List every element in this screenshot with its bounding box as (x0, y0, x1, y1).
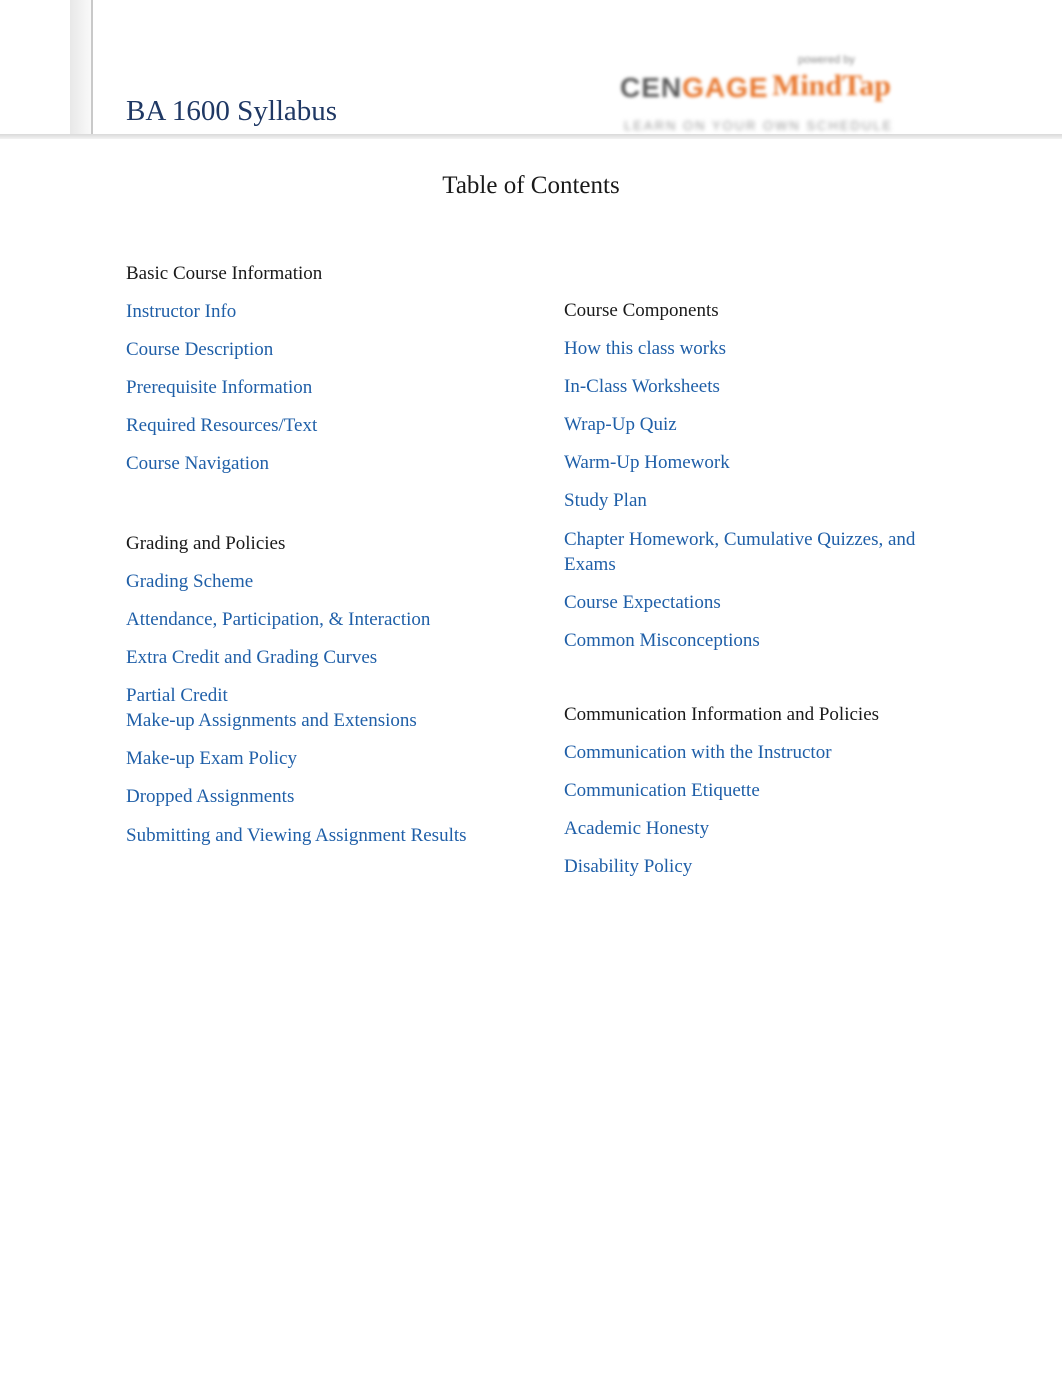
toc-link-in-class-worksheets[interactable]: In-Class Worksheets (564, 375, 964, 399)
header-left-rule (91, 0, 93, 134)
page-title: BA 1600 Syllabus (126, 95, 338, 127)
header-left-bar (70, 0, 92, 134)
toc-link-course-expectations[interactable]: Course Expectations (564, 591, 964, 615)
toc-link-grading-scheme[interactable]: Grading Scheme (126, 570, 526, 594)
header-horizontal-rule (0, 134, 1062, 139)
toc-link-submitting-and-viewing-assignment-results[interactable]: Submitting and Viewing Assignment Result… (126, 823, 526, 848)
toc-right-column: Course Components How this class works I… (564, 299, 964, 893)
toc-link-makeup-assignments-and-extensions[interactable]: Make-up Assignments and Extensions (126, 709, 526, 733)
toc-link-required-resources-text[interactable]: Required Resources/Text (126, 414, 526, 438)
toc-spacer (564, 667, 964, 703)
toc-link-course-description[interactable]: Course Description (126, 338, 526, 362)
logo-mark-dark: CEN (620, 72, 683, 103)
toc-link-partial-credit[interactable]: Partial Credit (126, 684, 526, 708)
toc-left-column: Basic Course Information Instructor Info… (126, 262, 526, 862)
toc-group-course-components: Course Components (564, 300, 719, 321)
toc-link-prerequisite-information[interactable]: Prerequisite Information (126, 376, 526, 400)
toc-link-study-plan[interactable]: Study Plan (564, 489, 964, 513)
toc-link-instructor-info[interactable]: Instructor Info (126, 300, 526, 324)
toc-link-attendance-participation-interaction[interactable]: Attendance, Participation, & Interaction (126, 608, 526, 632)
toc-group-basic-course-information: Basic Course Information (126, 263, 323, 284)
logo-tagline: powered by (798, 54, 855, 66)
toc-heading: Table of Contents (442, 172, 620, 199)
toc-link-communication-with-the-instructor[interactable]: Communication with the Instructor (564, 741, 964, 765)
cengage-wordmark-icon: CENGAGE (620, 72, 769, 104)
toc-link-wrap-up-quiz[interactable]: Wrap-Up Quiz (564, 413, 964, 437)
toc-link-makeup-exam-policy[interactable]: Make-up Exam Policy (126, 747, 526, 771)
mindtap-wordmark-icon: MindTap (772, 69, 891, 102)
toc-link-chapter-homework-cumulative-quizzes-and-exams[interactable]: Chapter Homework, Cumulative Quizzes, an… (564, 527, 964, 577)
toc-link-dropped-assignments[interactable]: Dropped Assignments (126, 785, 526, 809)
toc-link-common-misconceptions[interactable]: Common Misconceptions (564, 629, 964, 653)
publisher-logo: CENGAGE powered by MindTap LEARN ON YOUR… (612, 52, 952, 134)
logo-mark-accent: GAGE (682, 72, 769, 103)
toc-spacer (126, 490, 526, 532)
toc-link-communication-etiquette[interactable]: Communication Etiquette (564, 779, 964, 803)
toc-group-communication-information-and-policies: Communication Information and Policies (564, 704, 880, 725)
toc-link-academic-honesty[interactable]: Academic Honesty (564, 817, 964, 841)
toc-link-disability-policy[interactable]: Disability Policy (564, 855, 964, 879)
toc-link-extra-credit-and-grading-curves[interactable]: Extra Credit and Grading Curves (126, 646, 526, 670)
toc-link-warm-up-homework[interactable]: Warm-Up Homework (564, 451, 964, 475)
toc-link-course-navigation[interactable]: Course Navigation (126, 452, 526, 476)
toc-link-how-this-class-works[interactable]: How this class works (564, 337, 964, 361)
toc-group-grading-and-policies: Grading and Policies (126, 533, 286, 554)
logo-subline: LEARN ON YOUR OWN SCHEDULE (624, 118, 894, 133)
